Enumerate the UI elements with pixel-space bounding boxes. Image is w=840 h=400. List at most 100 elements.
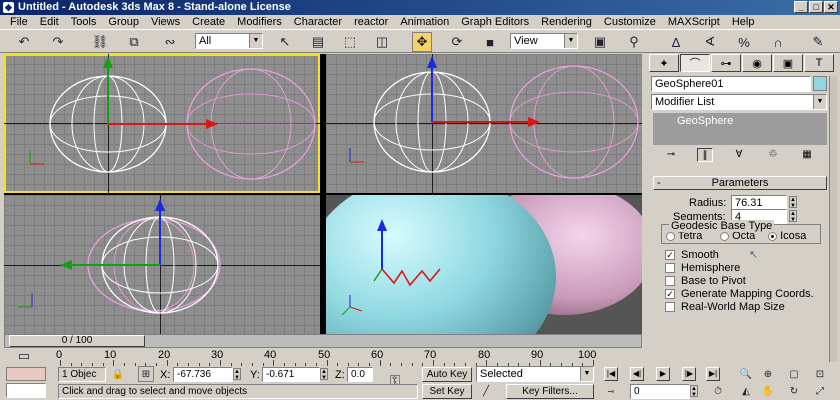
- zoom-all-icon[interactable]: ⊕: [760, 367, 776, 382]
- selection-filter-dropdown[interactable]: All ▼: [195, 33, 263, 49]
- default-tangent-icon[interactable]: ╱: [478, 383, 494, 399]
- maxscript-mini-listener[interactable]: [6, 383, 46, 398]
- maximize-button[interactable]: □: [809, 1, 823, 13]
- time-slider-track[interactable]: 0 / 100: [4, 334, 642, 348]
- zoom-extents-icon[interactable]: ▢: [786, 367, 802, 382]
- object-color-swatch[interactable]: [813, 76, 827, 91]
- menu-edit[interactable]: Edit: [34, 15, 65, 29]
- key-mode-dropdown[interactable]: Selected ▼: [476, 366, 594, 382]
- go-to-end-icon[interactable]: ▶|: [706, 367, 720, 381]
- generate-mapping-checkbox[interactable]: ✓: [665, 289, 675, 299]
- real-world-map-checkbox[interactable]: [665, 302, 675, 312]
- manipulate-icon[interactable]: ⚲: [624, 32, 644, 52]
- set-key-button[interactable]: Set Key: [422, 384, 472, 399]
- percent-snap-icon[interactable]: %: [734, 32, 754, 52]
- redo-icon[interactable]: ↷: [48, 32, 68, 52]
- window-crossing-icon[interactable]: ◫: [372, 32, 392, 52]
- reference-coord-dropdown[interactable]: View ▼: [510, 33, 578, 49]
- command-panel-scrollbar[interactable]: [829, 76, 837, 362]
- zoom-extents-all-icon[interactable]: ⊡: [812, 367, 828, 382]
- maxscript-listener[interactable]: [6, 367, 46, 381]
- select-by-name-icon[interactable]: ▤: [308, 32, 328, 52]
- pan-icon[interactable]: ✋: [760, 384, 776, 399]
- rectangular-selection-icon[interactable]: ⬚: [340, 32, 360, 52]
- menu-animation[interactable]: Animation: [394, 15, 455, 29]
- menu-help[interactable]: Help: [726, 15, 761, 29]
- menu-views[interactable]: Views: [145, 15, 186, 29]
- hemisphere-checkbox[interactable]: [665, 263, 675, 273]
- configure-modifier-sets-icon[interactable]: ▦: [799, 148, 815, 162]
- select-and-scale-icon[interactable]: ■: [480, 32, 500, 52]
- play-icon[interactable]: ▶: [656, 367, 670, 381]
- menu-reactor[interactable]: reactor: [348, 15, 394, 29]
- angle-snap-icon[interactable]: ∢: [700, 32, 720, 52]
- select-and-move-icon[interactable]: ✥: [412, 32, 432, 52]
- make-unique-icon[interactable]: ∀: [731, 148, 747, 162]
- link-icon[interactable]: ⛓: [90, 32, 110, 52]
- zoom-icon[interactable]: 🔍: [738, 367, 754, 382]
- field-of-view-icon[interactable]: ◭: [738, 384, 754, 399]
- absolute-mode-icon[interactable]: ⊞: [138, 366, 154, 382]
- x-coordinate-field[interactable]: -67.736: [173, 367, 233, 382]
- close-button[interactable]: ✕: [824, 1, 838, 13]
- tab-motion[interactable]: ◉: [742, 54, 772, 72]
- minimize-button[interactable]: _: [794, 1, 808, 13]
- time-configuration-icon[interactable]: ⏱: [710, 383, 726, 399]
- undo-icon[interactable]: ↶: [14, 32, 34, 52]
- snap-toggle-icon[interactable]: ∆: [666, 32, 686, 52]
- arc-rotate-icon[interactable]: ↻: [786, 384, 802, 399]
- menu-maxscript[interactable]: MAXScript: [662, 15, 726, 29]
- y-spinner[interactable]: ▲ ▼: [320, 368, 328, 381]
- tab-hierarchy[interactable]: ⊶: [711, 54, 741, 72]
- previous-frame-icon[interactable]: ◀|: [630, 367, 644, 381]
- mini-curve-editor-icon[interactable]: ▭: [14, 348, 34, 364]
- smooth-checkbox[interactable]: ✓: [665, 250, 675, 260]
- icosa-radio[interactable]: [768, 231, 777, 241]
- tab-utilities[interactable]: T: [804, 54, 834, 72]
- segments-spinner[interactable]: ▲ ▼: [789, 210, 797, 223]
- maximize-viewport-icon[interactable]: ⤢: [812, 384, 828, 399]
- menu-group[interactable]: Group: [102, 15, 145, 29]
- y-coordinate-field[interactable]: -0.671: [262, 367, 320, 382]
- select-and-rotate-icon[interactable]: ⟳: [447, 32, 467, 52]
- named-selection-icon[interactable]: ✎: [808, 32, 828, 52]
- octa-radio[interactable]: [720, 231, 729, 241]
- base-to-pivot-checkbox[interactable]: [665, 276, 675, 286]
- spinner-snap-icon[interactable]: ∩: [768, 32, 788, 52]
- viewport-left[interactable]: [4, 195, 320, 334]
- menu-modifiers[interactable]: Modifiers: [231, 15, 288, 29]
- menu-rendering[interactable]: Rendering: [535, 15, 598, 29]
- tab-modify[interactable]: ⌒: [680, 54, 710, 72]
- menu-character[interactable]: Character: [288, 15, 348, 29]
- bind-space-warp-icon[interactable]: ∾: [160, 32, 180, 52]
- current-frame-spinner[interactable]: ▲ ▼: [690, 385, 698, 398]
- go-to-start-icon[interactable]: |◀: [604, 367, 618, 381]
- unlink-icon[interactable]: ⧉: [124, 32, 144, 52]
- menu-customize[interactable]: Customize: [598, 15, 662, 29]
- modifier-stack-item[interactable]: GeoSphere: [653, 113, 827, 145]
- next-frame-icon[interactable]: |▶: [682, 367, 696, 381]
- x-spinner[interactable]: ▲ ▼: [233, 368, 241, 381]
- key-mode-toggle-icon[interactable]: ⊸: [604, 384, 618, 398]
- key-filters-button[interactable]: Key Filters...: [506, 384, 594, 399]
- time-slider-thumb[interactable]: 0 / 100: [9, 335, 145, 347]
- show-end-result-icon[interactable]: ∥: [697, 148, 713, 162]
- modifier-list-dropdown[interactable]: Modifier List ▼: [651, 94, 827, 110]
- viewport-front[interactable]: [326, 54, 642, 193]
- tab-create[interactable]: ✦: [649, 54, 679, 72]
- viewport-top[interactable]: [4, 54, 320, 193]
- radius-spinner[interactable]: ▲ ▼: [789, 196, 797, 209]
- viewport-perspective[interactable]: [326, 195, 642, 334]
- menu-file[interactable]: File: [4, 15, 34, 29]
- pin-stack-icon[interactable]: ⊸: [663, 148, 679, 162]
- current-frame-field[interactable]: 0: [630, 384, 690, 399]
- select-object-icon[interactable]: ↖: [275, 32, 295, 52]
- menu-graph-editors[interactable]: Graph Editors: [455, 15, 535, 29]
- parameters-rollout-header[interactable]: - Parameters: [653, 176, 827, 190]
- lock-icon[interactable]: 🔒: [110, 366, 126, 382]
- tetra-radio[interactable]: [666, 231, 675, 241]
- z-coordinate-field[interactable]: 0.0: [347, 367, 373, 382]
- menu-tools[interactable]: Tools: [65, 15, 103, 29]
- tab-display[interactable]: ▣: [773, 54, 803, 72]
- auto-key-button[interactable]: Auto Key: [422, 367, 472, 382]
